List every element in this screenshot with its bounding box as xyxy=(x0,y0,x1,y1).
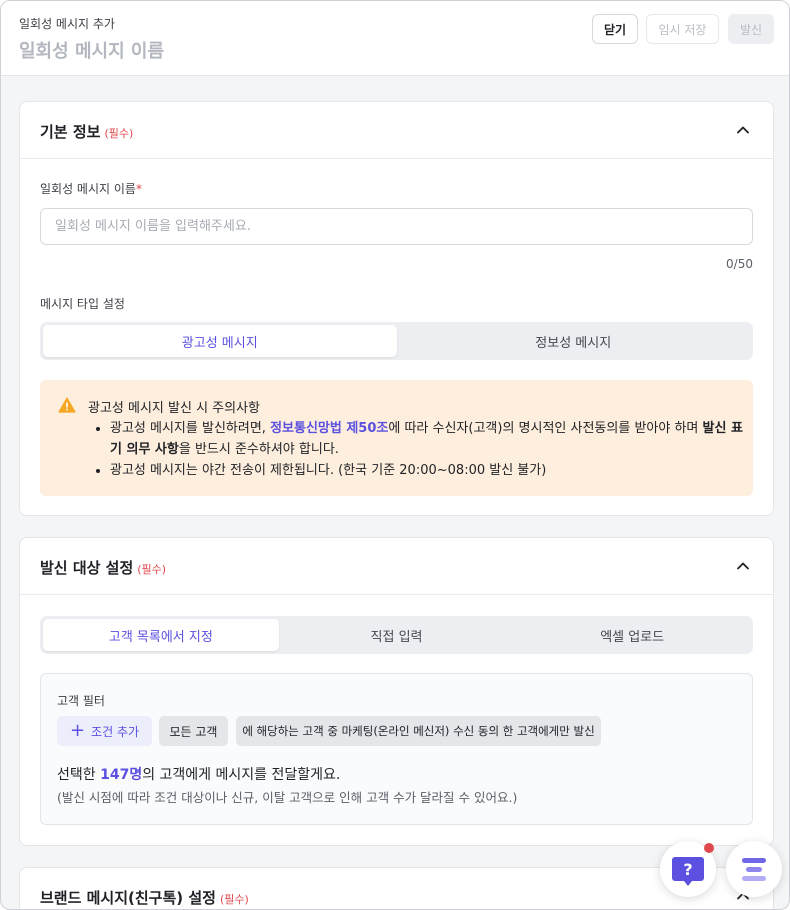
char-counter: 0/50 xyxy=(726,257,753,271)
name-field-label: 일회성 메시지 이름* xyxy=(40,180,142,197)
section-title: 브랜드 메시지(친구톡) 설정 (필수) xyxy=(40,887,249,908)
message-name-input[interactable] xyxy=(40,208,753,245)
warning-text: 광고성 메시지를 발신하려면, xyxy=(110,421,271,436)
selected-note: (발신 시점에 따라 조건 대상이나 신규, 이탈 고객으로 인해 고객 수가 … xyxy=(57,790,518,805)
section-title: 발신 대상 설정 (필수) xyxy=(40,557,166,578)
selected-count: 147명 xyxy=(100,767,143,783)
message-type-label: 메시지 타입 설정 xyxy=(40,297,125,311)
basic-info-card: 기본 정보(필수) 일회성 메시지 이름* 0/50 메시지 타입 설정 광고성… xyxy=(19,101,774,516)
name-label-text: 일회성 메시지 이름 xyxy=(40,182,136,196)
warning-text: 에 따라 수신자(고객)의 명시적인 사전동의를 받아야 하며 xyxy=(388,421,703,436)
type-option-info[interactable]: 정보성 메시지 xyxy=(397,325,751,357)
section-title-text: 발신 대상 설정 xyxy=(40,559,134,577)
target-card: 발신 대상 설정 (필수) 고객 목록에서 지정 직접 입력 엑셀 업로드 고객 … xyxy=(19,537,774,846)
required-tag: (필수) xyxy=(104,127,134,140)
target-method-tabs: 고객 목록에서 지정 직접 입력 엑셀 업로드 xyxy=(40,616,753,654)
warning-title: 광고성 메시지 발신 시 주의사항 xyxy=(88,401,261,416)
send-button[interactable]: 발신 xyxy=(728,14,774,44)
filter-title: 고객 필터 xyxy=(57,694,105,708)
app-frame: 일회성 메시지 추가 일회성 메시지 이름 닫기 임시 저장 발신 기본 정보(… xyxy=(0,0,790,910)
page-header: 일회성 메시지 추가 일회성 메시지 이름 닫기 임시 저장 발신 xyxy=(1,1,789,76)
customer-filter-box: 고객 필터 + 조건 추가 모든 고객 에 해당하는 고객 중 마케팅(온라인 메… xyxy=(40,673,753,825)
close-button[interactable]: 닫기 xyxy=(592,14,638,44)
selected-summary: 선택한 147명의 고객에게 메시지를 전달할게요. xyxy=(57,764,340,784)
warning-list: 광고성 메시지를 발신하려면, 정보통신망법 제50조에 따라 수신자(고객)의… xyxy=(110,418,750,481)
ad-warning-box: 광고성 메시지 발신 시 주의사항 광고성 메시지를 발신하려면, 정보통신망법… xyxy=(40,380,753,496)
summary-text: 선택한 xyxy=(57,767,101,783)
warning-triangle-icon xyxy=(58,397,76,413)
required-tag: (필수) xyxy=(137,563,167,576)
menu-lines-icon xyxy=(742,858,766,881)
breadcrumb: 일회성 메시지 추가 xyxy=(19,17,115,31)
page-title[interactable]: 일회성 메시지 이름 xyxy=(19,37,164,63)
law-link[interactable]: 정보통신망법 제50조 xyxy=(270,421,388,436)
warning-text: 을 반드시 준수하셔야 합니다. xyxy=(178,442,339,457)
section-title-text: 기본 정보 xyxy=(40,123,101,141)
add-condition-label: 조건 추가 xyxy=(91,724,140,739)
help-chat-button[interactable]: ? xyxy=(660,841,716,897)
tab-excel-upload[interactable]: 엑셀 업로드 xyxy=(514,619,750,651)
required-star: * xyxy=(135,182,142,196)
target-header[interactable]: 발신 대상 설정 (필수) xyxy=(20,538,773,595)
warning-item: 광고성 메시지를 발신하려면, 정보통신망법 제50조에 따라 수신자(고객)의… xyxy=(110,418,750,460)
all-customers-chip[interactable]: 모든 고객 xyxy=(159,716,228,746)
type-option-ad[interactable]: 광고성 메시지 xyxy=(43,325,397,357)
condition-chip: 에 해당하는 고객 중 마케팅(온라인 메신저) 수신 동의 한 고객에게만 발… xyxy=(236,716,601,746)
menu-button[interactable] xyxy=(726,841,782,897)
message-type-toggle: 광고성 메시지 정보성 메시지 xyxy=(40,322,753,360)
add-condition-button[interactable]: + 조건 추가 xyxy=(57,716,152,746)
svg-text:?: ? xyxy=(683,860,692,879)
tab-direct-input[interactable]: 직접 입력 xyxy=(279,619,515,651)
warning-item: 광고성 메시지는 야간 전송이 제한됩니다. (한국 기준 20:00~08:0… xyxy=(110,460,750,481)
required-tag: (필수) xyxy=(219,893,249,906)
chevron-up-icon[interactable] xyxy=(735,558,751,574)
summary-text: 의 고객에게 메시지를 전달할게요. xyxy=(142,767,341,783)
basic-info-header[interactable]: 기본 정보 (필수) xyxy=(20,102,773,159)
notification-dot xyxy=(704,843,714,853)
tab-customer-list[interactable]: 고객 목록에서 지정 xyxy=(43,619,279,651)
chevron-up-icon[interactable] xyxy=(735,122,751,138)
section-title: 기본 정보 (필수) xyxy=(40,121,133,142)
section-title-text: 브랜드 메시지(친구톡) 설정 xyxy=(40,889,216,907)
plus-icon: + xyxy=(69,720,86,741)
save-draft-button[interactable]: 임시 저장 xyxy=(646,14,719,44)
